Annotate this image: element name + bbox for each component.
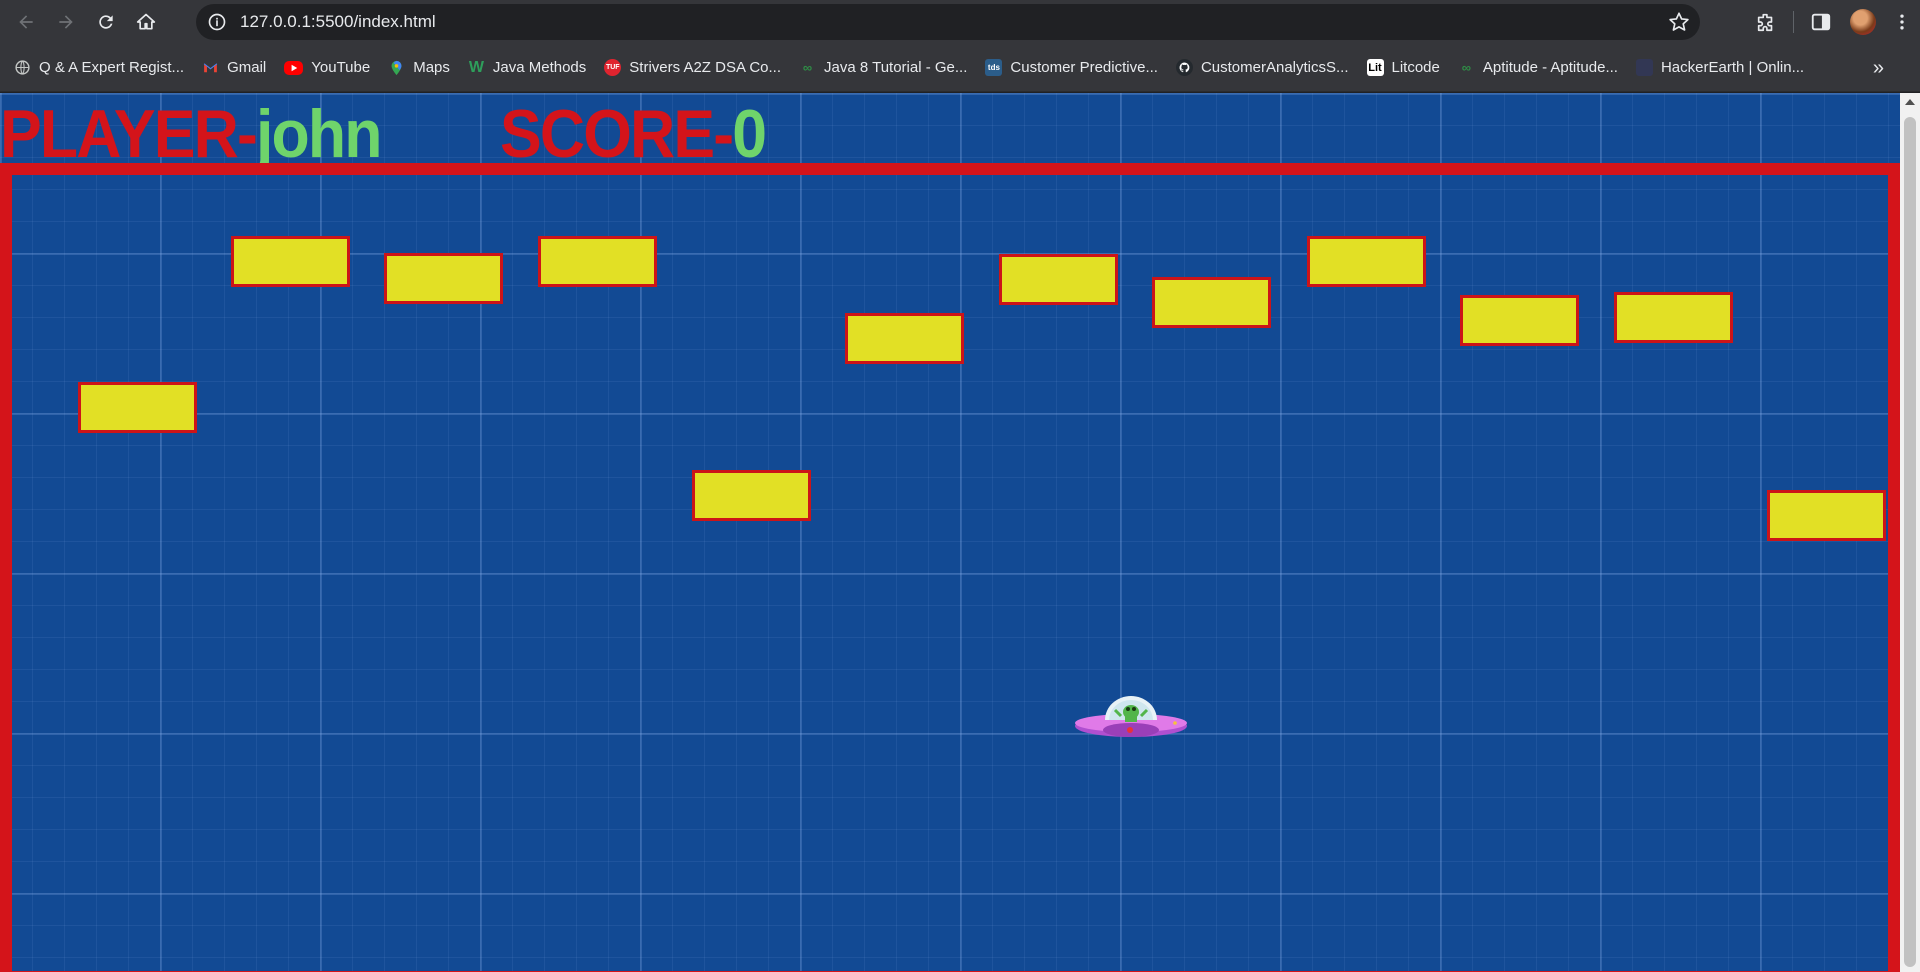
score-label: SCORE- (500, 96, 734, 172)
youtube-icon (284, 60, 304, 75)
site-info-icon[interactable] (206, 11, 228, 33)
bookmark-aptitude[interactable]: ∞ Aptitude - Aptitude... (1458, 53, 1618, 83)
bookmark-customer-predictive[interactable]: tds Customer Predictive... (985, 53, 1158, 83)
page-scrollbar[interactable] (1900, 93, 1920, 972)
globe-icon (14, 59, 31, 76)
bookmark-qa-expert[interactable]: Q & A Expert Regist... (14, 53, 184, 83)
brick (78, 382, 197, 433)
avatar (1850, 9, 1876, 35)
brick (1767, 490, 1886, 541)
brick (1614, 292, 1733, 343)
bookmark-label: HackerEarth | Onlin... (1660, 59, 1805, 76)
bookmark-github[interactable]: CustomerAnalyticsS... (1175, 53, 1349, 83)
tds-icon: tds (985, 59, 1003, 76)
bookmark-hackerearth[interactable]: HackerEarth | Onlin... (1635, 53, 1805, 83)
extensions-icon[interactable] (1745, 0, 1787, 44)
bookmark-label: Strivers A2Z DSA Co... (629, 59, 781, 76)
profile-avatar[interactable] (1842, 0, 1884, 44)
bookmark-gmail[interactable]: Gmail (202, 53, 266, 83)
bookmark-label: Customer Predictive... (1010, 59, 1158, 76)
bookmarks-bar: Q & A Expert Regist... Gmail YouTube Map… (0, 44, 1920, 92)
reload-icon (99, 15, 113, 29)
gfg-icon: ∞ (1461, 60, 1472, 75)
bookmark-java8[interactable]: ∞ Java 8 Tutorial - Ge... (799, 53, 968, 83)
brick (384, 253, 503, 304)
bookmark-java-methods[interactable]: W Java Methods (468, 53, 586, 83)
brick (845, 313, 964, 364)
hackerearth-icon (1635, 59, 1653, 76)
w-icon: W (468, 58, 484, 76)
address-bar[interactable]: 127.0.0.1:5500/index.html (196, 4, 1700, 40)
brick (1460, 295, 1579, 346)
bookmark-label: CustomerAnalyticsS... (1200, 59, 1349, 76)
player-display: PLAYER-john (0, 95, 383, 173)
scrollbar-thumb[interactable] (1904, 117, 1916, 967)
bookmark-label: Java 8 Tutorial - Ge... (824, 59, 968, 76)
score-display: SCORE-0 (500, 95, 767, 173)
forward-button[interactable] (46, 2, 86, 42)
bookmark-label: Java Methods (492, 59, 587, 76)
brick (692, 470, 811, 521)
back-arrow-icon (19, 15, 33, 29)
brick (1307, 236, 1426, 287)
scroll-up-arrow-icon[interactable] (1905, 99, 1915, 105)
brick (1152, 277, 1271, 328)
bookmark-label: Gmail (227, 59, 267, 76)
home-icon (136, 13, 156, 30)
maps-icon (388, 59, 405, 76)
bookmark-strivers[interactable]: TUF Strivers A2Z DSA Co... (604, 53, 781, 83)
brick (231, 236, 350, 287)
game-page: PLAYER-john SCORE-0 (0, 93, 1900, 972)
bookmark-litcode[interactable]: Lit Litcode (1366, 53, 1440, 83)
toolbar-right (1745, 0, 1920, 44)
url-text[interactable]: 127.0.0.1:5500/index.html (240, 12, 436, 32)
bookmark-youtube[interactable]: YouTube (284, 53, 370, 83)
reload-button[interactable] (86, 2, 126, 42)
gfg-icon: ∞ (802, 60, 813, 75)
bookmark-label: YouTube (311, 59, 371, 76)
tuf-icon: TUF (604, 59, 622, 76)
bookmark-label: Litcode (1391, 59, 1440, 76)
player-label: PLAYER- (0, 96, 258, 172)
score-value: 0 (732, 96, 767, 172)
player-name: john (255, 96, 383, 172)
brick (538, 236, 657, 287)
home-button[interactable] (126, 2, 166, 42)
bookmark-label: Aptitude - Aptitude... (1482, 59, 1618, 76)
back-button[interactable] (6, 2, 46, 42)
toolbar-divider (1793, 11, 1794, 33)
side-panel-icon[interactable] (1800, 0, 1842, 44)
bookmark-star-icon[interactable] (1668, 11, 1690, 33)
github-icon (1175, 59, 1193, 76)
gmail-icon (202, 59, 219, 76)
ufo-icon[interactable] (1073, 690, 1189, 742)
browser-toolbar: 127.0.0.1:5500/index.html (0, 0, 1920, 44)
bookmarks-overflow-chevron-icon[interactable]: » (1873, 44, 1884, 92)
bookmark-maps[interactable]: Maps (388, 53, 450, 83)
brick (999, 254, 1118, 305)
bookmark-label: Maps (413, 59, 450, 76)
menu-kebab-icon[interactable] (1884, 0, 1920, 44)
bookmark-label: Q & A Expert Regist... (39, 59, 185, 76)
lit-icon: Lit (1366, 59, 1384, 76)
forward-arrow-icon (59, 15, 73, 29)
